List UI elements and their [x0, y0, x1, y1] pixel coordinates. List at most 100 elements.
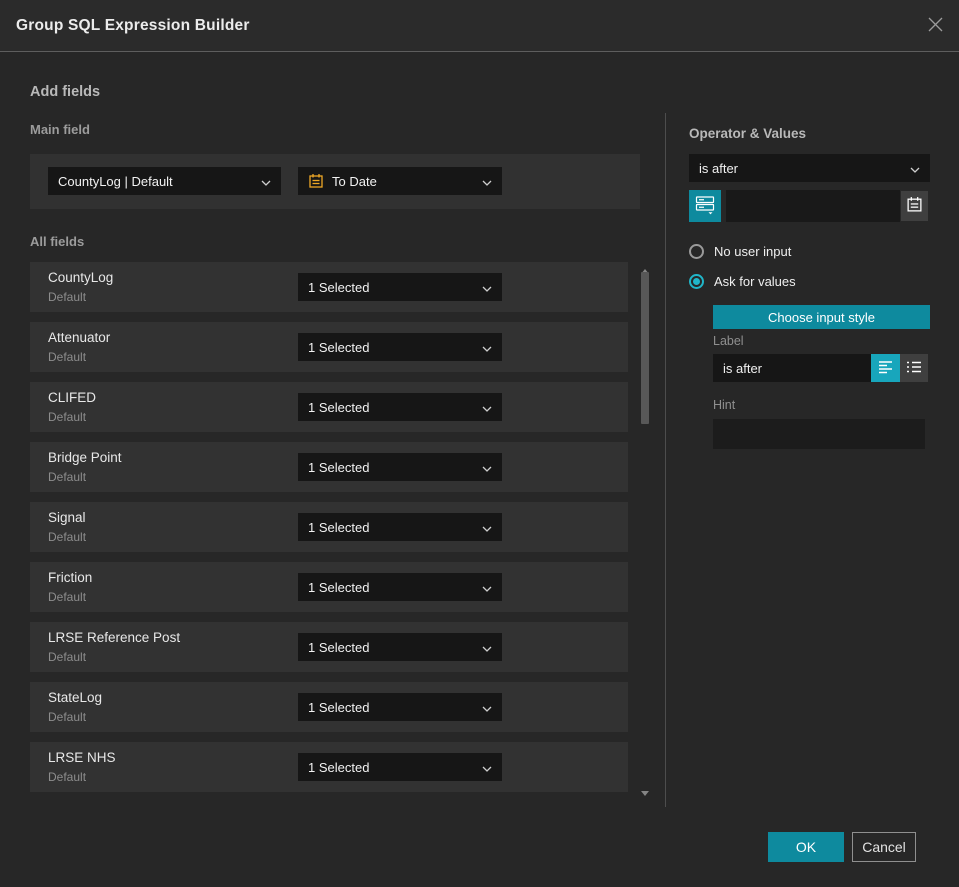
- chevron-down-icon: [482, 580, 492, 595]
- field-row: Bridge Point Default 1 Selected: [30, 442, 628, 492]
- field-selected-count: 1 Selected: [308, 459, 370, 475]
- calendar-icon: [906, 196, 923, 216]
- field-row: CountyLog Default 1 Selected: [30, 262, 628, 312]
- choose-input-style-button[interactable]: Choose input style: [713, 305, 930, 329]
- field-selected-count: 1 Selected: [308, 279, 370, 295]
- chevron-down-icon: [482, 700, 492, 715]
- chevron-down-icon: [482, 400, 492, 415]
- operator-values-heading: Operator & Values: [689, 126, 807, 141]
- scroll-thumb[interactable]: [641, 272, 649, 424]
- titlebar: Group SQL Expression Builder: [0, 0, 959, 52]
- field-selected-select[interactable]: 1 Selected: [298, 273, 502, 301]
- field-row: StateLog Default 1 Selected: [30, 682, 628, 732]
- value-date-input[interactable]: [726, 190, 900, 222]
- field-subtitle: Default: [48, 530, 87, 544]
- calendar-button[interactable]: [901, 191, 928, 221]
- field-selected-select[interactable]: 1 Selected: [298, 453, 502, 481]
- chevron-down-icon: [482, 640, 492, 655]
- dialog-title: Group SQL Expression Builder: [16, 16, 250, 34]
- field-subtitle: Default: [48, 470, 87, 484]
- ok-button[interactable]: OK: [768, 832, 844, 862]
- field-selected-count: 1 Selected: [308, 639, 370, 655]
- field-name: StateLog: [48, 690, 103, 705]
- field-selected-select[interactable]: 1 Selected: [298, 753, 502, 781]
- field-row: LRSE NHS Default 1 Selected: [30, 742, 628, 792]
- field-row: LRSE Reference Post Default 1 Selected: [30, 622, 628, 672]
- field-row: Friction Default 1 Selected: [30, 562, 628, 612]
- list-style-button[interactable]: [900, 354, 928, 382]
- cancel-button[interactable]: Cancel: [852, 832, 916, 862]
- field-selected-select[interactable]: 1 Selected: [298, 693, 502, 721]
- field-selected-select[interactable]: 1 Selected: [298, 633, 502, 661]
- field-selected-select[interactable]: 1 Selected: [298, 573, 502, 601]
- hint-input[interactable]: [713, 419, 925, 449]
- label-input[interactable]: [713, 354, 871, 382]
- main-field-panel: CountyLog | Default To Date: [30, 154, 640, 209]
- chevron-down-icon: [482, 340, 492, 355]
- radio-circle-checked-icon: [689, 274, 704, 289]
- group-sql-expression-builder-dialog: Group SQL Expression Builder Add fields …: [0, 0, 959, 887]
- date-field-select-value: To Date: [332, 173, 377, 189]
- field-subtitle: Default: [48, 590, 87, 604]
- fields-list: CountyLog Default 1 Selected Attenuator …: [30, 262, 628, 792]
- radio-ask-for-values[interactable]: Ask for values: [689, 274, 796, 289]
- operator-select[interactable]: is after: [689, 154, 930, 182]
- field-selected-select[interactable]: 1 Selected: [298, 513, 502, 541]
- field-subtitle: Default: [48, 770, 87, 784]
- radio-ask-for-values-label: Ask for values: [714, 274, 796, 289]
- field-selected-select[interactable]: 1 Selected: [298, 333, 502, 361]
- calendar-icon: [308, 173, 324, 189]
- field-selected-count: 1 Selected: [308, 339, 370, 355]
- field-selected-count: 1 Selected: [308, 579, 370, 595]
- hint-caption: Hint: [713, 398, 736, 412]
- field-subtitle: Default: [48, 290, 87, 304]
- radio-no-user-input-label: No user input: [714, 244, 792, 259]
- field-selected-count: 1 Selected: [308, 699, 370, 715]
- field-selected-count: 1 Selected: [308, 519, 370, 535]
- field-name: Signal: [48, 510, 86, 525]
- align-left-style-button[interactable]: [871, 354, 900, 382]
- field-subtitle: Default: [48, 350, 87, 364]
- section-title: Add fields: [30, 84, 101, 100]
- field-name: Bridge Point: [48, 450, 122, 465]
- field-name: CountyLog: [48, 270, 114, 285]
- panel-divider: [665, 113, 666, 807]
- chevron-down-icon: [482, 460, 492, 475]
- values-list-button[interactable]: [689, 190, 721, 222]
- field-subtitle: Default: [48, 710, 87, 724]
- main-field-select-value: CountyLog | Default: [58, 173, 173, 189]
- field-selected-select[interactable]: 1 Selected: [298, 393, 502, 421]
- chevron-down-icon: [910, 161, 920, 176]
- scroll-down-button[interactable]: [640, 791, 650, 811]
- fields-list-scrollbar: [640, 254, 650, 811]
- align-left-icon: [878, 360, 894, 377]
- chevron-down-icon: [261, 174, 271, 189]
- label-caption: Label: [713, 334, 744, 348]
- field-row: Attenuator Default 1 Selected: [30, 322, 628, 372]
- main-field-label: Main field: [30, 122, 90, 137]
- field-name: CLIFED: [48, 390, 97, 405]
- scroll-up-button[interactable]: [640, 254, 650, 274]
- operator-select-value: is after: [699, 160, 739, 176]
- field-row: Signal Default 1 Selected: [30, 502, 628, 552]
- close-icon: [927, 16, 944, 36]
- field-subtitle: Default: [48, 650, 87, 664]
- chevron-down-icon: [482, 760, 492, 775]
- list-icon: [906, 360, 922, 377]
- date-field-select[interactable]: To Date: [298, 167, 502, 195]
- radio-circle-icon: [689, 244, 704, 259]
- field-subtitle: Default: [48, 410, 87, 424]
- all-fields-label: All fields: [30, 234, 85, 249]
- chevron-down-icon: [482, 280, 492, 295]
- close-button[interactable]: [923, 14, 947, 38]
- main-field-select[interactable]: CountyLog | Default: [48, 167, 281, 195]
- triangle-up-icon: [641, 254, 649, 274]
- field-selected-count: 1 Selected: [308, 759, 370, 775]
- field-row: CLIFED Default 1 Selected: [30, 382, 628, 432]
- field-name: Friction: [48, 570, 93, 585]
- chevron-down-icon: [482, 174, 492, 189]
- radio-no-user-input[interactable]: No user input: [689, 244, 791, 259]
- field-selected-count: 1 Selected: [308, 399, 370, 415]
- triangle-down-icon: [641, 791, 649, 811]
- field-name: LRSE NHS: [48, 750, 116, 765]
